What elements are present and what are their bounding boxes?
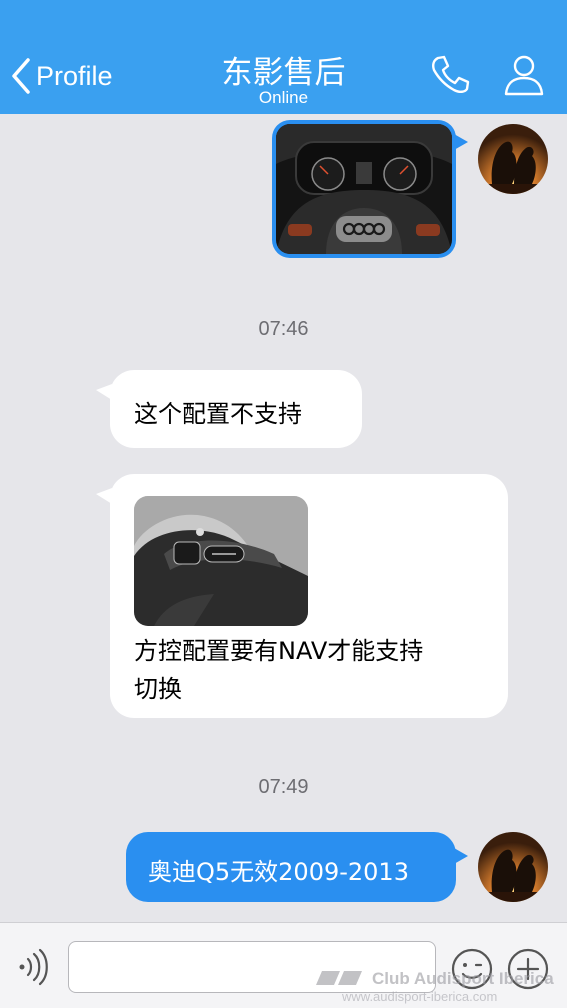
outgoing-image-message[interactable]: [272, 120, 468, 258]
message-text-line1: 方控配置要有NAV才能支持: [134, 637, 424, 665]
watermark-url: www.audisport-iberica.com: [342, 989, 498, 1004]
message-text-line2: 切换: [134, 675, 182, 703]
input-bar: Club Audisport Iberica www.audisport-ibe…: [0, 922, 567, 1008]
steering-buttons-photo[interactable]: [134, 496, 308, 626]
timestamp: 07:46: [258, 318, 309, 340]
incoming-image-text-message[interactable]: 方控配置要有NAV才能支持 切换: [96, 474, 508, 718]
bubble-tail: [454, 134, 468, 150]
bubble-tail: [96, 488, 112, 504]
bubble-tail: [96, 384, 112, 400]
message-text: 奥迪Q5无效2009-2013: [148, 858, 409, 886]
watermark-text: Club Audisport Iberica: [372, 969, 554, 988]
watermark-logo: [316, 971, 362, 985]
phone-icon[interactable]: [428, 52, 472, 96]
my-avatar[interactable]: [478, 832, 548, 902]
online-status: Online: [258, 88, 309, 107]
voice-icon[interactable]: [14, 947, 52, 987]
bubble-tail: [454, 848, 468, 864]
dashboard-photo[interactable]: [276, 124, 452, 254]
chat-area[interactable]: 07:46 这个配置不支持 方控配置要有NAV才能支持 切换 07:49 奥迪Q…: [0, 114, 567, 922]
timestamp: 07:49: [258, 776, 309, 798]
message-text: 这个配置不支持: [134, 400, 302, 428]
watermark: Club Audisport Iberica www.audisport-ibe…: [316, 969, 566, 1007]
contact-icon[interactable]: [502, 52, 546, 96]
outgoing-text-message[interactable]: 奥迪Q5无效2009-2013: [126, 832, 468, 902]
incoming-text-message[interactable]: 这个配置不支持: [96, 370, 362, 448]
nav-header: Profile 东影售后 Online: [0, 0, 567, 114]
my-avatar[interactable]: [478, 124, 548, 194]
chat-title: 东影售后: [221, 55, 346, 91]
